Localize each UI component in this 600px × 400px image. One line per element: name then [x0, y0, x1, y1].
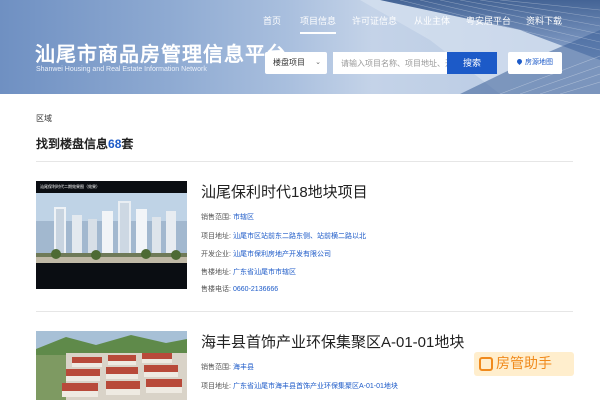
- nav-practitioners[interactable]: 从业主体: [414, 14, 450, 27]
- result-count: 68: [108, 137, 122, 151]
- info-key: 销售范围:: [201, 214, 231, 221]
- nav-project-info[interactable]: 项目信息: [300, 14, 337, 34]
- search-type-select[interactable]: 楼盘项目 ⌄: [265, 52, 327, 74]
- project-aerial-image: [36, 331, 187, 400]
- search-button[interactable]: 搜索: [447, 52, 497, 74]
- info-value: 广东省汕尾市海丰县首饰产业环保集聚区A-01-01地块: [233, 383, 398, 390]
- nav-yue-anju[interactable]: 粤安居平台: [466, 14, 511, 27]
- project-card: 汕尾保利时代二期效果图（效果） 汕尾保利时代18地块项目 销售范围: 市辖区 项目…: [36, 181, 573, 294]
- watermark-text: 房管助手: [496, 356, 552, 372]
- info-key: 售楼电话:: [201, 286, 231, 293]
- info-row: 销售范围: 市辖区: [201, 212, 254, 222]
- info-value: 汕尾市区站前东二路东侧、站前横二路以北: [233, 233, 366, 240]
- info-row: 开发企业: 汕尾市保利房地产开发有限公司: [201, 249, 331, 259]
- info-key: 开发企业:: [201, 251, 231, 258]
- search-input[interactable]: [333, 52, 448, 74]
- nav-downloads[interactable]: 资料下载: [526, 14, 562, 27]
- header-banner: 汕尾市商品房管理信息平台 Shanwei Housing and Real Es…: [0, 0, 600, 94]
- search-type-value: 楼盘项目: [273, 58, 305, 67]
- watermark-badge: 房管助手: [474, 352, 574, 376]
- info-value: 0660-2136666: [233, 286, 279, 293]
- nav-license-info[interactable]: 许可证信息: [352, 14, 397, 27]
- house-map-label: 房源地图: [525, 59, 553, 66]
- app-logo-icon: [479, 357, 493, 371]
- nav-home[interactable]: 首页: [263, 14, 281, 27]
- project-image[interactable]: [36, 331, 187, 400]
- info-key: 销售范围:: [201, 364, 231, 371]
- result-prefix: 找到楼盘信息: [36, 137, 109, 151]
- info-value: 广东省汕尾市市辖区: [233, 269, 296, 276]
- project-image[interactable]: 汕尾保利时代二期效果图（效果）: [36, 181, 187, 289]
- result-count-heading: 找到楼盘信息68套: [36, 135, 133, 152]
- divider: [36, 161, 573, 162]
- info-value: 汕尾市保利房地产开发有限公司: [233, 251, 331, 258]
- house-map-button[interactable]: 房源地图: [508, 52, 562, 74]
- region-filter-label: 区域: [36, 114, 52, 123]
- chevron-down-icon: ⌄: [315, 59, 321, 66]
- info-row: 售楼电话: 0660-2136666: [201, 284, 278, 294]
- info-row: 项目地址: 汕尾市区站前东二路东侧、站前横二路以北: [201, 231, 366, 241]
- site-title: 汕尾市商品房管理信息平台: [35, 42, 287, 66]
- info-key: 项目地址:: [201, 383, 231, 390]
- divider: [36, 311, 573, 312]
- result-suffix: 套: [121, 137, 134, 151]
- info-value: 海丰县: [233, 364, 254, 371]
- info-key: 项目地址:: [201, 233, 231, 240]
- info-value: 市辖区: [233, 214, 254, 221]
- project-rendering-image: [36, 181, 187, 289]
- project-title[interactable]: 汕尾保利时代18地块项目: [201, 181, 368, 202]
- project-title[interactable]: 海丰县首饰产业环保集聚区A-01-01地块: [201, 331, 464, 352]
- info-row: 项目地址: 广东省汕尾市海丰县首饰产业环保集聚区A-01-01地块: [201, 381, 398, 391]
- info-row: 售楼地址: 广东省汕尾市市辖区: [201, 267, 296, 277]
- location-pin-icon: [515, 57, 524, 66]
- image-caption: 汕尾保利时代二期效果图（效果）: [40, 184, 100, 189]
- info-key: 售楼地址:: [201, 269, 231, 276]
- site-subtitle: Shanwei Housing and Real Estate Informat…: [36, 66, 207, 73]
- info-row: 销售范围: 海丰县: [201, 362, 254, 372]
